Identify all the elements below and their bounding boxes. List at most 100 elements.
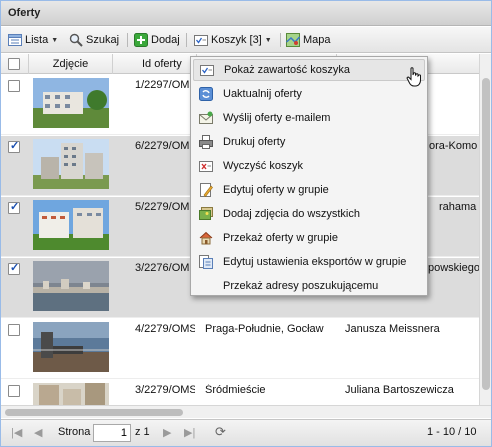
- add-button[interactable]: Dodaj: [134, 31, 180, 49]
- menu-item-transfer-offers[interactable]: Przekaż oferty w grupie: [193, 227, 425, 249]
- row-checkbox[interactable]: [8, 80, 20, 92]
- offer-street: powskiego: [428, 262, 479, 274]
- offer-street: ora-Komo: [429, 140, 478, 152]
- menu-item-add-photos[interactable]: Dodaj zdjęcia do wszystkich: [193, 203, 425, 225]
- offer-id: 3/2279/OMS: [135, 384, 195, 396]
- basket-icon: [194, 33, 208, 47]
- offer-street: rahama: [439, 201, 477, 213]
- toolbar-separator: [186, 33, 187, 47]
- offer-photo[interactable]: [33, 78, 109, 128]
- column-header-photo[interactable]: Zdjęcie: [29, 54, 113, 74]
- map-button[interactable]: Mapa: [286, 31, 331, 49]
- menu-item-email-offers[interactable]: Wyślij oferty e-mailem: [193, 107, 425, 129]
- offer-photo[interactable]: [33, 261, 109, 311]
- basket-dropdown-menu: Pokaż zawartość koszyka Uaktualnij ofert…: [190, 56, 428, 296]
- map-label: Mapa: [303, 34, 331, 46]
- basket-label: Koszyk [3]: [211, 34, 262, 46]
- transfer-house-icon: [199, 231, 213, 245]
- list-icon: [8, 33, 22, 47]
- offer-id: 4/2279/OMS: [135, 323, 195, 335]
- offer-id: 3/2276/OMS: [135, 262, 195, 274]
- previous-page-icon[interactable]: ◀: [34, 426, 42, 439]
- row-checkbox[interactable]: [8, 200, 20, 214]
- chevron-down-icon: ▼: [51, 36, 59, 44]
- offer-id: 6/2279/OMS: [135, 140, 195, 152]
- menu-item-label: Edytuj ustawienia eksportów w grupie: [223, 256, 407, 268]
- menu-item-label: Wyślij oferty e-mailem: [223, 112, 331, 124]
- offer-id: 5/2279/OMS: [135, 201, 195, 213]
- offer-photo[interactable]: [33, 322, 109, 372]
- offer-street: Juliana Bartoszewicza: [345, 384, 454, 396]
- offer-street: Janusza Meissnera: [345, 323, 440, 335]
- offers-panel: Oferty Lista ▼ Szukaj Dodaj Koszyk [3] ▼…: [0, 0, 492, 447]
- blank-icon: [199, 279, 213, 293]
- hand-cursor-icon: [406, 67, 421, 87]
- next-page-icon[interactable]: ▶: [163, 426, 171, 439]
- email-icon: [199, 111, 213, 125]
- list-view-button[interactable]: Lista ▼: [8, 31, 58, 49]
- toolbar-separator: [280, 33, 281, 47]
- chevron-down-icon: ▼: [264, 36, 272, 44]
- menu-item-label: Drukuj oferty: [223, 136, 286, 148]
- menu-item-refresh-offers[interactable]: Uaktualnij oferty: [193, 83, 425, 105]
- select-all-column: [1, 54, 29, 74]
- add-icon: [134, 33, 148, 47]
- record-count: 1 - 10 / 10: [427, 426, 477, 438]
- first-page-icon[interactable]: |◀: [11, 426, 22, 439]
- menu-item-label: Przekaż oferty w grupie: [223, 232, 338, 244]
- select-all-checkbox[interactable]: [8, 58, 20, 70]
- clear-basket-icon: [199, 159, 213, 173]
- list-label: Lista: [25, 34, 49, 46]
- offer-photo[interactable]: [33, 383, 109, 405]
- menu-item-print-offers[interactable]: Drukuj oferty: [193, 131, 425, 153]
- menu-item-label: Dodaj zdjęcia do wszystkich: [223, 208, 360, 220]
- panel-titlebar: Oferty: [1, 1, 491, 26]
- horizontal-scroll-thumb[interactable]: [5, 409, 183, 416]
- row-checkbox[interactable]: [8, 385, 20, 397]
- basket-check-icon: [200, 63, 214, 77]
- panel-title: Oferty: [8, 7, 41, 19]
- page-count-label: z 1: [135, 426, 150, 438]
- menu-item-label: Uaktualnij oferty: [223, 88, 302, 100]
- search-icon: [69, 33, 83, 47]
- offer-photo[interactable]: [33, 139, 109, 189]
- menu-item-clear-basket[interactable]: Wyczyść koszyk: [193, 155, 425, 177]
- page-number-input[interactable]: [93, 424, 131, 442]
- edit-icon: [199, 183, 213, 197]
- export-settings-icon: [199, 255, 213, 269]
- row-checkbox[interactable]: [8, 261, 20, 275]
- search-label: Szukaj: [86, 34, 120, 46]
- refresh-icon: [199, 87, 213, 101]
- menu-item-label: Przekaż adresy poszukującemu: [223, 280, 379, 292]
- photos-icon: [199, 207, 213, 221]
- add-label: Dodaj: [151, 34, 180, 46]
- offer-photo[interactable]: [33, 200, 109, 250]
- offer-district: Praga-Południe, Gocław: [205, 323, 324, 335]
- column-header-offer-id[interactable]: Id oferty: [113, 54, 197, 74]
- menu-item-export-settings[interactable]: Edytuj ustawienia eksportów w grupie: [193, 251, 425, 273]
- last-page-icon[interactable]: ▶|: [184, 426, 195, 439]
- menu-item-label: Edytuj oferty w grupie: [223, 184, 329, 196]
- table-row[interactable]: 3/2279/OMS Śródmieście Juliana Bartoszew…: [1, 380, 479, 405]
- offer-district: Śródmieście: [205, 384, 266, 396]
- basket-button[interactable]: Koszyk [3] ▼: [194, 31, 272, 49]
- printer-icon: [199, 135, 213, 149]
- menu-item-label: Pokaż zawartość koszyka: [224, 64, 350, 76]
- menu-item-label: Wyczyść koszyk: [223, 160, 303, 172]
- vertical-scroll-thumb[interactable]: [482, 78, 490, 390]
- row-checkbox[interactable]: [8, 139, 20, 153]
- row-checkbox[interactable]: [8, 324, 20, 336]
- table-row[interactable]: 4/2279/OMS Praga-Południe, Gocław Janusz…: [1, 319, 479, 379]
- menu-item-group-edit[interactable]: Edytuj oferty w grupie: [193, 179, 425, 201]
- menu-item-send-addresses[interactable]: Przekaż adresy poszukującemu: [193, 275, 425, 297]
- refresh-icon[interactable]: ⟳: [215, 424, 226, 440]
- map-icon: [286, 33, 301, 47]
- pagination-bar: |◀ ◀ Strona z 1 ▶ ▶| ⟳ 1 - 10 / 10: [1, 419, 491, 446]
- menu-item-show-basket[interactable]: Pokaż zawartość koszyka: [193, 59, 425, 81]
- horizontal-scrollbar[interactable]: [1, 405, 491, 418]
- offer-id: 1/2297/OMS: [135, 79, 195, 91]
- page-label: Strona: [58, 426, 91, 438]
- search-button[interactable]: Szukaj: [69, 31, 119, 49]
- vertical-scrollbar[interactable]: [479, 54, 491, 405]
- toolbar: Lista ▼ Szukaj Dodaj Koszyk [3] ▼ Mapa: [1, 27, 491, 53]
